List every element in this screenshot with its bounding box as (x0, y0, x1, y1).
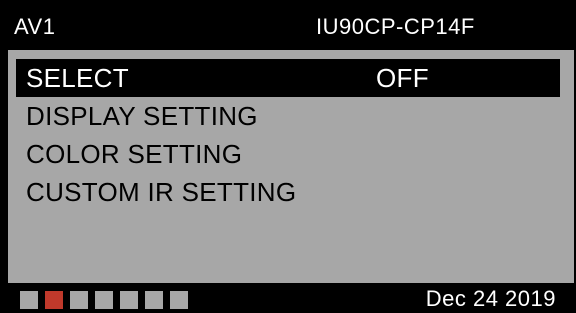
page-indicator (45, 291, 63, 309)
menu-item-select[interactable]: SELECT OFF (16, 59, 560, 97)
page-indicator (70, 291, 88, 309)
page-indicator (145, 291, 163, 309)
model-number: IU90CP-CP14F (316, 14, 475, 39)
page-indicator (95, 291, 113, 309)
footer-bar: Dec 24 2019 (0, 283, 576, 313)
menu-panel: SELECT OFF DISPLAY SETTING COLOR SETTING… (8, 50, 574, 283)
input-source-label: AV1 (14, 14, 56, 39)
menu-item-display-setting[interactable]: DISPLAY SETTING (16, 97, 560, 135)
menu-item-value: OFF (376, 63, 429, 93)
page-indicator (170, 291, 188, 309)
date-display: Dec 24 2019 (425, 286, 556, 311)
menu-item-label: SELECT (26, 63, 129, 93)
menu-item-color-setting[interactable]: COLOR SETTING (16, 135, 560, 173)
page-indicator (120, 291, 138, 309)
osd-screen: AV1 IU90CP-CP14F SELECT OFF DISPLAY SETT… (0, 0, 576, 313)
menu-item-label: CUSTOM IR SETTING (26, 177, 297, 207)
menu-item-label: DISPLAY SETTING (26, 101, 258, 131)
menu-item-custom-ir-setting[interactable]: CUSTOM IR SETTING (16, 173, 560, 211)
header-bar: AV1 IU90CP-CP14F (0, 0, 576, 50)
page-indicator (20, 291, 38, 309)
menu-item-label: COLOR SETTING (26, 139, 243, 169)
